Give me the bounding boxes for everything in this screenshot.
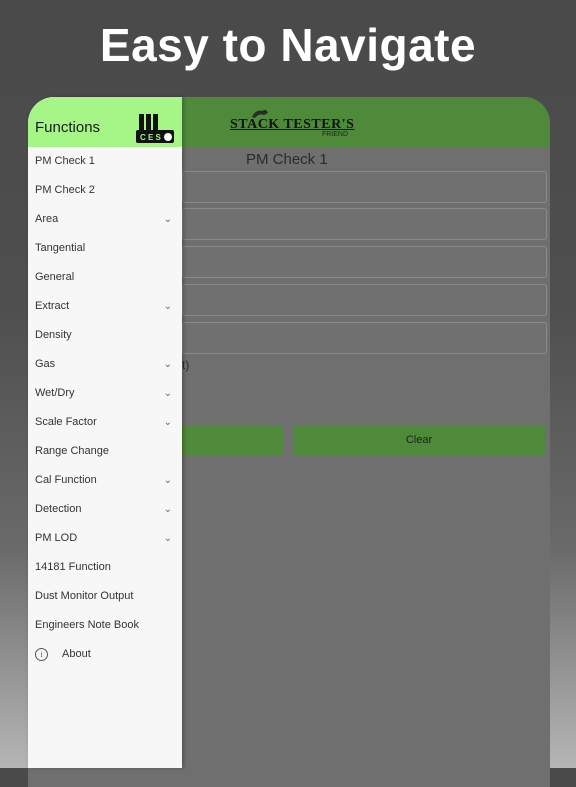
- drawer-header: Functions C E S: [28, 97, 182, 147]
- menu-item-label: Detection: [35, 503, 82, 515]
- input-field[interactable]: [182, 322, 547, 354]
- menu-item-label: Dust Monitor Output: [35, 590, 134, 602]
- menu-item-label: Scale Factor: [35, 416, 97, 428]
- headline: Easy to Navigate: [99, 19, 477, 71]
- menu-item-dust-monitor-output[interactable]: Dust Monitor Output: [28, 582, 182, 611]
- menu-item-pm-lod[interactable]: PM LOD ⌄: [28, 524, 182, 553]
- input-field[interactable]: [182, 171, 547, 203]
- menu-item-detection[interactable]: Detection ⌄: [28, 495, 182, 524]
- chevron-down-icon: ⌄: [163, 359, 172, 370]
- input-field[interactable]: [182, 208, 547, 240]
- menu-item-range-change[interactable]: Range Change: [28, 437, 182, 466]
- drawer-title: Functions: [35, 119, 101, 136]
- menu-item-label: Cal Function: [35, 474, 97, 486]
- info-icon: i: [35, 647, 48, 661]
- unit-label: t): [182, 358, 190, 372]
- menu-item-extract[interactable]: Extract ⌄: [28, 292, 182, 321]
- menu-item-general[interactable]: General: [28, 263, 182, 292]
- menu-item-about[interactable]: i About: [28, 640, 182, 669]
- chevron-down-icon: ⌄: [163, 301, 172, 312]
- menu-item-label: Tangential: [35, 242, 86, 254]
- menu-item-density[interactable]: Density: [28, 321, 182, 350]
- menu-item-engineers-note-book[interactable]: Engineers Note Book: [28, 611, 182, 640]
- menu-item-label: Range Change: [35, 445, 110, 457]
- input-field[interactable]: [182, 284, 547, 316]
- menu-item-label: About: [62, 648, 91, 660]
- logo-subtitle: FRIEND: [321, 131, 348, 138]
- menu-item-label: Extract: [35, 300, 70, 312]
- menu-item-label: Wet/Dry: [35, 387, 75, 399]
- menu-item-tangential[interactable]: Tangential: [28, 234, 182, 263]
- menu-item-14181-function[interactable]: 14181 Function: [28, 553, 182, 582]
- menu-item-gas[interactable]: Gas ⌄: [28, 350, 182, 379]
- menu-item-label: Area: [35, 213, 59, 225]
- menu-item-label: Density: [35, 329, 72, 341]
- clear-button[interactable]: Clear: [293, 425, 545, 455]
- chevron-down-icon: ⌄: [163, 417, 172, 428]
- menu-item-pm-check-1[interactable]: PM Check 1: [28, 147, 182, 176]
- menu-item-label: Engineers Note Book: [35, 619, 139, 631]
- menu-item-label: General: [35, 271, 75, 283]
- page-title: PM Check 1: [246, 151, 328, 168]
- chevron-down-icon: ⌄: [163, 214, 172, 225]
- navigation-drawer: Functions C E S PM Check 1 PM Check 2 Area…: [28, 97, 182, 768]
- menu-item-pm-check-2[interactable]: PM Check 2: [28, 176, 182, 205]
- menu-item-label: PM LOD: [35, 532, 78, 544]
- menu-item-label: 14181 Function: [35, 561, 111, 573]
- menu-item-label: PM Check 1: [35, 155, 95, 167]
- chevron-down-icon: ⌄: [163, 475, 172, 486]
- chevron-down-icon: ⌄: [163, 504, 172, 515]
- menu-item-cal-function[interactable]: Cal Function ⌄: [28, 466, 182, 495]
- menu-item-wet-dry[interactable]: Wet/Dry ⌄: [28, 379, 182, 408]
- svg-text:C E S: C E S: [140, 133, 162, 142]
- menu-item-label: Gas: [35, 358, 56, 370]
- menu-item-area[interactable]: Area ⌄: [28, 205, 182, 234]
- menu-item-label: PM Check 2: [35, 184, 95, 196]
- input-field[interactable]: [182, 246, 547, 278]
- calculate-button[interactable]: [182, 425, 283, 455]
- drawer-menu: PM Check 1 PM Check 2 Area ⌄ Tangential Gener…: [28, 147, 182, 669]
- ces-factory-logo-icon: C E S: [136, 114, 174, 143]
- chevron-down-icon: ⌄: [163, 388, 172, 399]
- menu-item-scale-factor[interactable]: Scale Factor ⌄: [28, 408, 182, 437]
- chevron-down-icon: ⌄: [163, 533, 172, 544]
- stack-testers-friend-logo: STACK TESTER'S FRIEND: [230, 107, 360, 141]
